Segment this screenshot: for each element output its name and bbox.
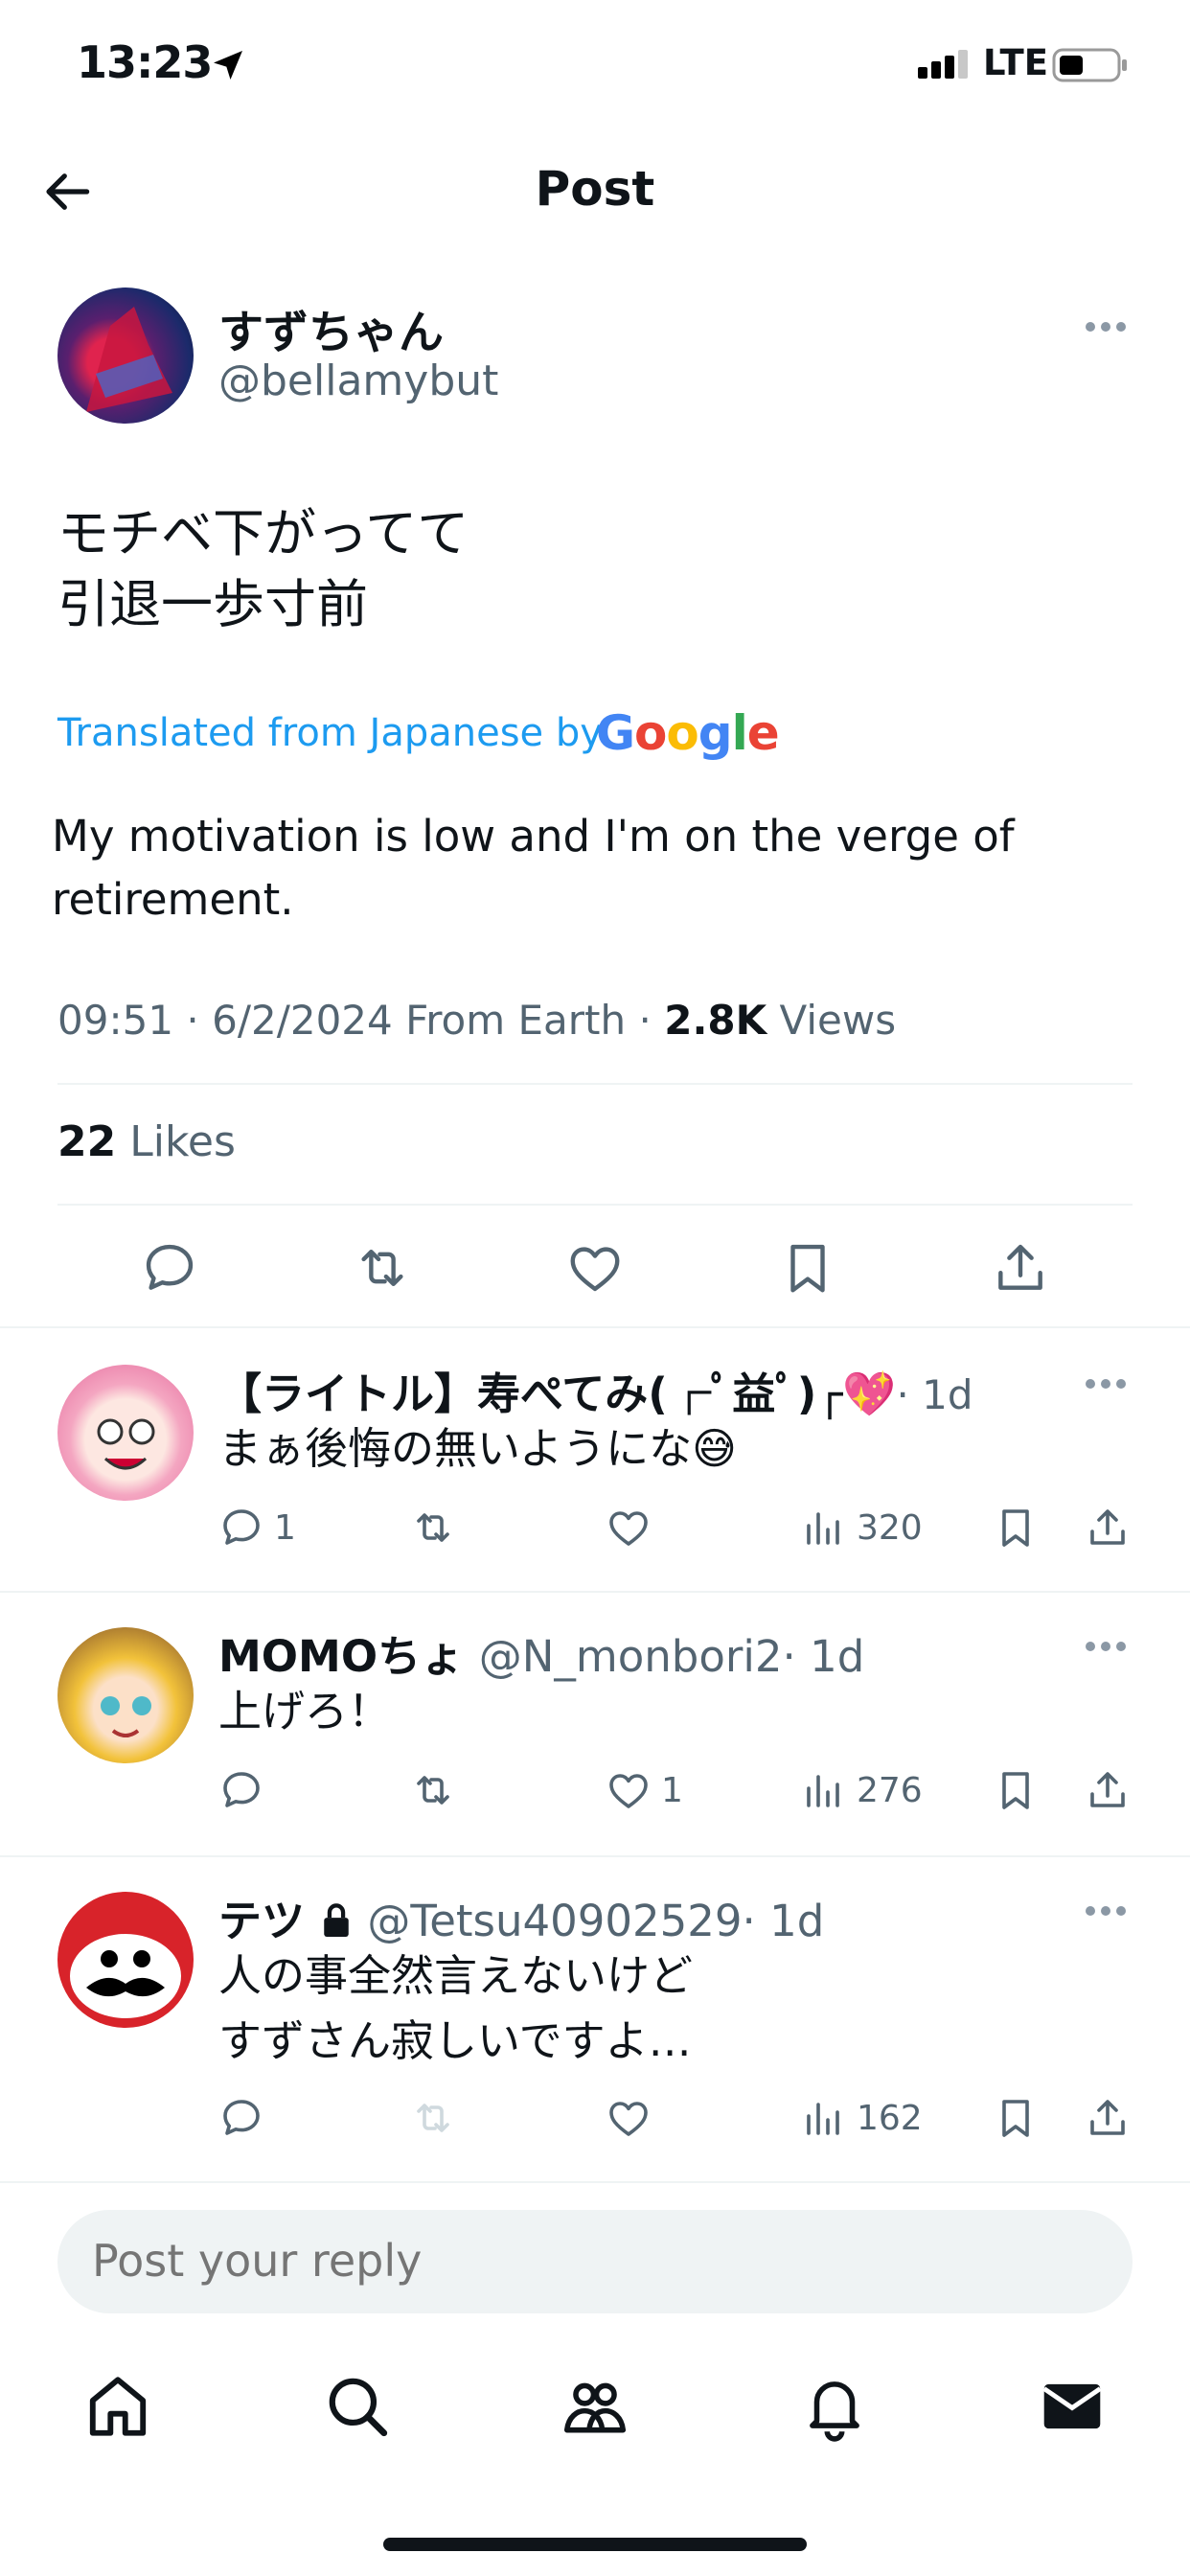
views-count: 2.8K <box>664 997 767 1044</box>
reply-handle: @Tetsu40902529 <box>367 1896 743 1946</box>
search-icon[interactable] <box>322 2371 393 2442</box>
divider <box>57 1083 1133 1085</box>
views-icon <box>807 1512 839 1545</box>
share-icon[interactable] <box>1085 1505 1131 1551</box>
repost-disabled-icon <box>410 2095 456 2141</box>
reply-author-name[interactable]: テツ @Tetsu40902529· 1d <box>218 1886 824 1948</box>
signal-icon <box>918 50 972 84</box>
divider <box>57 1204 1133 1206</box>
reply-avatar[interactable] <box>57 1892 194 2028</box>
reply-icon[interactable] <box>218 2095 264 2141</box>
home-icon[interactable] <box>82 2371 153 2442</box>
reply-text: まぁ後悔の無いようにな😅 <box>218 1423 738 1474</box>
author-handle[interactable]: @bellamybut <box>218 356 498 405</box>
reply-icon <box>223 1509 260 1545</box>
more-options-icon[interactable] <box>1085 1905 1127 1917</box>
notifications-icon[interactable] <box>799 2371 870 2442</box>
like-icon <box>609 1774 648 1808</box>
network-label: LTE <box>983 42 1048 83</box>
divider <box>0 1591 1190 1593</box>
author-name[interactable]: すずちゃん <box>218 295 444 361</box>
likes-row[interactable]: 22 Likes <box>57 1117 236 1166</box>
reply-age: · 1d <box>742 1896 825 1946</box>
post-original-text: モチベ下がってて 引退一歩寸前 <box>57 503 469 634</box>
more-options-icon[interactable] <box>1085 1641 1127 1652</box>
reply-age: · 1d <box>896 1371 973 1418</box>
like-icon[interactable] <box>606 1505 652 1551</box>
communities-icon[interactable] <box>560 2371 630 2442</box>
views-label: Views <box>779 997 897 1044</box>
repost-icon[interactable] <box>410 1767 456 1813</box>
bookmark-icon[interactable] <box>778 1238 837 1298</box>
post-translation: My motivation is low and I'm on the verg… <box>52 811 1015 925</box>
lock-icon <box>320 1901 353 1940</box>
share-icon[interactable] <box>1085 2095 1131 2141</box>
status-time: 13:23 <box>77 36 213 88</box>
divider <box>0 2181 1190 2183</box>
share-icon[interactable] <box>1085 1767 1131 1813</box>
views-button[interactable]: 162 <box>801 2095 923 2141</box>
post-meta: 09:51 · 6/2/2024 From Earth · 2.8K Views <box>57 997 897 1044</box>
battery-icon <box>1052 46 1129 84</box>
bookmark-icon[interactable] <box>993 2095 1039 2141</box>
view-count: 320 <box>857 1507 923 1548</box>
reply-icon[interactable] <box>218 1767 264 1813</box>
reply-age: · 1d <box>782 1631 865 1682</box>
reply-button[interactable]: 1 <box>218 1505 296 1551</box>
like-icon[interactable] <box>606 2095 652 2141</box>
like-count: 1 <box>661 1770 683 1810</box>
reply-avatar[interactable] <box>57 1627 194 1763</box>
view-count: 162 <box>857 2098 923 2138</box>
page-title: Post <box>535 161 655 217</box>
like-icon[interactable] <box>565 1238 625 1298</box>
reply-input[interactable] <box>92 2235 1050 2287</box>
reply-box[interactable] <box>57 2210 1133 2313</box>
reply-text: 上げろ！ <box>218 1686 392 1736</box>
views-button[interactable]: 276 <box>801 1767 923 1813</box>
messages-icon[interactable] <box>1037 2371 1108 2442</box>
repost-icon[interactable] <box>353 1238 412 1298</box>
views-button[interactable]: 320 <box>801 1505 923 1551</box>
more-options-icon[interactable] <box>1085 321 1127 333</box>
bookmark-icon[interactable] <box>993 1767 1039 1813</box>
like-button[interactable]: 1 <box>606 1767 683 1813</box>
home-indicator <box>383 2538 807 2551</box>
google-logo: Google <box>596 705 780 761</box>
reply-icon[interactable] <box>140 1238 199 1298</box>
author-avatar[interactable] <box>57 288 194 424</box>
repost-icon[interactable] <box>410 1505 456 1551</box>
likes-count: 22 <box>57 1117 117 1166</box>
reply-text: 人の事全然言えないけど すずさん寂しいですよ… <box>218 1950 694 2066</box>
post-date: 6/2/2024 <box>212 997 393 1044</box>
post-time: 09:51 <box>57 997 174 1044</box>
reply-avatar[interactable] <box>57 1365 194 1501</box>
reply-count: 1 <box>274 1507 296 1548</box>
view-count: 276 <box>857 1770 923 1810</box>
share-icon[interactable] <box>991 1238 1050 1298</box>
location-arrow-icon <box>209 46 247 84</box>
views-icon <box>807 2103 839 2135</box>
reply-name: MOMOちょ <box>218 1631 465 1682</box>
more-options-icon[interactable] <box>1085 1378 1127 1390</box>
reply-name: 【ライトル】寿ぺてみ(┌ﾟ益ﾟ)┌💖 <box>218 1368 897 1419</box>
translated-label[interactable]: Translated from Japanese by <box>57 711 603 755</box>
views-icon <box>807 1775 839 1807</box>
post-location: From Earth <box>405 997 627 1044</box>
reply-name: テツ <box>218 1896 306 1946</box>
likes-label: Likes <box>129 1117 236 1166</box>
reply-author-name[interactable]: 【ライトル】寿ぺてみ(┌ﾟ益ﾟ)┌💖· 1d <box>218 1359 973 1421</box>
reply-author-name[interactable]: MOMOちょ @N_monbori2· 1d <box>218 1622 864 1684</box>
divider <box>0 1855 1190 1857</box>
reply-handle: @N_monbori2 <box>478 1631 783 1682</box>
divider <box>0 1326 1190 1328</box>
bookmark-icon[interactable] <box>993 1505 1039 1551</box>
